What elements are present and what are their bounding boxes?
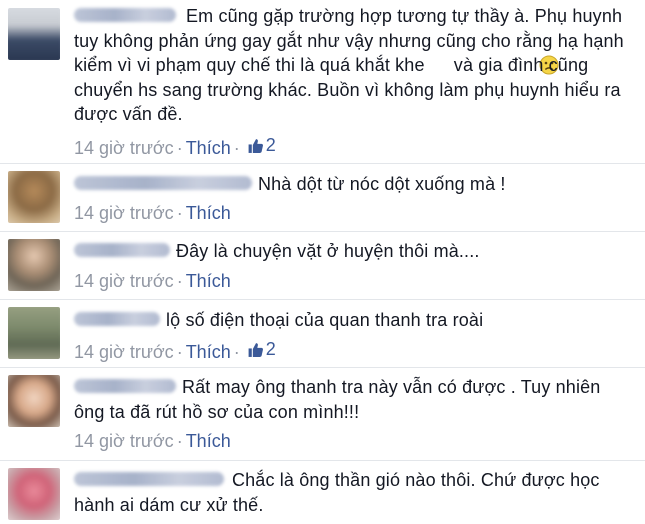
avatar[interactable] [8, 307, 60, 359]
separator: · [176, 342, 183, 362]
comment-text: Rất may ông thanh tra này vẫn có được . … [74, 377, 601, 422]
separator: · [233, 342, 240, 362]
separator: · [176, 431, 183, 451]
comment: Em cũng gặp trường hợp tương tự thầy à. … [0, 0, 645, 164]
comment: Chắc là ông thần gió nào thôi. Chứ được … [0, 460, 645, 524]
timestamp[interactable]: 14 giờ trước [74, 203, 174, 223]
avatar[interactable] [8, 8, 60, 60]
comment-meta: 14 giờ trước · Thích · 2 [74, 135, 276, 159]
comment: lộ số điện thoại của quan thanh tra roài… [0, 299, 645, 368]
timestamp[interactable]: 14 giờ trước [74, 271, 174, 291]
comment-meta: 14 giờ trước · Thích [74, 271, 231, 292]
separator: · [233, 138, 240, 158]
frown-emoji-icon [427, 55, 559, 75]
like-count[interactable]: 2 [247, 339, 276, 360]
avatar[interactable] [8, 171, 60, 223]
comment: Đây là chuyện vặt ở huyện thôi mà.... 14… [0, 231, 645, 300]
comment-text: Chắc là ông thần gió nào thôi. Chứ được … [74, 470, 600, 515]
like-count-value: 2 [265, 135, 276, 155]
comment-text: Đây là chuyện vặt ở huyện thôi mà.... [176, 241, 480, 261]
like-link[interactable]: Thích [186, 271, 231, 291]
like-count[interactable]: 2 [247, 135, 276, 156]
like-link[interactable]: Thích [186, 203, 231, 223]
comment-text: Em cũng gặp trường hợp tương tự thầy à. … [74, 6, 624, 124]
avatar[interactable] [8, 239, 60, 291]
like-link[interactable]: Thích [186, 138, 231, 158]
comment-meta: 14 giờ trước · Thích · 2 [74, 339, 276, 363]
avatar[interactable] [8, 468, 60, 520]
separator: · [176, 138, 183, 158]
timestamp[interactable]: 14 giờ trước [74, 138, 174, 158]
comment: Nhà dột từ nóc dột xuống mà ! 14 giờ trư… [0, 163, 645, 232]
comment-text: Nhà dột từ nóc dột xuống mà ! [258, 174, 506, 194]
timestamp[interactable]: 14 giờ trước [74, 342, 174, 362]
separator: · [176, 271, 183, 291]
thumbs-up-icon [248, 139, 263, 153]
like-link[interactable]: Thích [186, 342, 231, 362]
comment-meta: 14 giờ trước · Thích [74, 431, 231, 452]
comment-feed: Em cũng gặp trường hợp tương tự thầy à. … [0, 0, 645, 524]
timestamp[interactable]: 14 giờ trước [74, 431, 174, 451]
like-link[interactable]: Thích [186, 431, 231, 451]
comment: Rất may ông thanh tra này vẫn có được . … [0, 367, 645, 461]
comment-meta: 14 giờ trước · Thích [74, 203, 231, 224]
comment-text: lộ số điện thoại của quan thanh tra roài [166, 310, 484, 330]
avatar[interactable] [8, 375, 60, 427]
separator: · [176, 203, 183, 223]
thumbs-up-icon [248, 343, 263, 357]
like-count-value: 2 [265, 339, 276, 359]
